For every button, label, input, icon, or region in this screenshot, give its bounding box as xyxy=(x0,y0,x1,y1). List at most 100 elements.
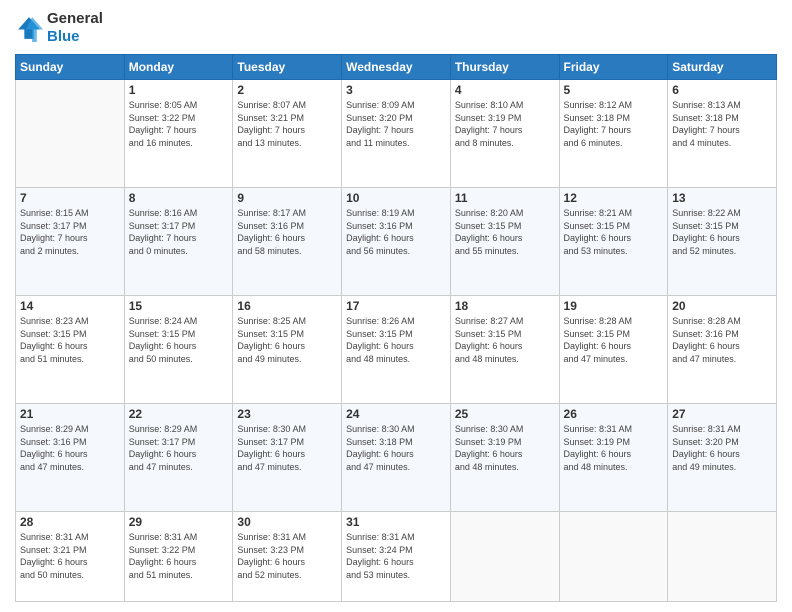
calendar-day-cell xyxy=(668,511,777,601)
day-number: 10 xyxy=(346,191,446,205)
day-number: 29 xyxy=(129,515,229,529)
calendar-day-cell xyxy=(559,511,668,601)
calendar-day-cell: 1 Sunrise: 8:05 AM Sunset: 3:22 PM Daylig… xyxy=(124,80,233,188)
day-info: Sunrise: 8:22 AM Sunset: 3:15 PM Dayligh… xyxy=(672,207,772,257)
calendar-week-row: 21 Sunrise: 8:29 AM Sunset: 3:16 PM Dayli… xyxy=(16,403,777,511)
day-number: 6 xyxy=(672,83,772,97)
day-number: 8 xyxy=(129,191,229,205)
day-number: 7 xyxy=(20,191,120,205)
calendar-day-cell: 24 Sunrise: 8:30 AM Sunset: 3:18 PM Dayli… xyxy=(342,403,451,511)
calendar-day-cell: 17 Sunrise: 8:26 AM Sunset: 3:15 PM Dayli… xyxy=(342,295,451,403)
day-info: Sunrise: 8:16 AM Sunset: 3:17 PM Dayligh… xyxy=(129,207,229,257)
calendar-day-cell: 4 Sunrise: 8:10 AM Sunset: 3:19 PM Daylig… xyxy=(450,80,559,188)
page: General Blue SundayMondayTuesdayWednesda… xyxy=(0,0,792,612)
calendar-day-cell: 21 Sunrise: 8:29 AM Sunset: 3:16 PM Dayli… xyxy=(16,403,125,511)
calendar-week-row: 7 Sunrise: 8:15 AM Sunset: 3:17 PM Daylig… xyxy=(16,187,777,295)
calendar-day-cell: 5Sunrise: 8:12 AM Sunset: 3:18 PM Daylig… xyxy=(559,80,668,188)
calendar-day-cell: 3 Sunrise: 8:09 AM Sunset: 3:20 PM Daylig… xyxy=(342,80,451,188)
calendar-day-cell: 9 Sunrise: 8:17 AM Sunset: 3:16 PM Daylig… xyxy=(233,187,342,295)
day-info: Sunrise: 8:31 AM Sunset: 3:20 PM Dayligh… xyxy=(672,423,772,473)
calendar-day-cell: 8 Sunrise: 8:16 AM Sunset: 3:17 PM Daylig… xyxy=(124,187,233,295)
calendar-day-cell: 16Sunrise: 8:25 AM Sunset: 3:15 PM Dayli… xyxy=(233,295,342,403)
day-info: Sunrise: 8:31 AM Sunset: 3:21 PM Dayligh… xyxy=(20,531,120,581)
day-number: 9 xyxy=(237,191,337,205)
calendar-day-cell: 12 Sunrise: 8:21 AM Sunset: 3:15 PM Dayli… xyxy=(559,187,668,295)
day-number: 3 xyxy=(346,83,446,97)
day-info: Sunrise: 8:23 AM Sunset: 3:15 PM Dayligh… xyxy=(20,315,120,365)
day-info: Sunrise: 8:10 AM Sunset: 3:19 PM Dayligh… xyxy=(455,99,555,149)
day-number: 21 xyxy=(20,407,120,421)
calendar-day-cell: 20 Sunrise: 8:28 AM Sunset: 3:16 PM Dayli… xyxy=(668,295,777,403)
logo-icon xyxy=(15,14,43,42)
calendar-day-cell: 30Sunrise: 8:31 AM Sunset: 3:23 PM Dayli… xyxy=(233,511,342,601)
day-info: Sunrise: 8:29 AM Sunset: 3:16 PM Dayligh… xyxy=(20,423,120,473)
logo-text: General Blue xyxy=(47,10,103,46)
calendar-header-row: SundayMondayTuesdayWednesdayThursdayFrid… xyxy=(16,55,777,80)
calendar-day-cell: 2Sunrise: 8:07 AM Sunset: 3:21 PM Daylig… xyxy=(233,80,342,188)
day-info: Sunrise: 8:31 AM Sunset: 3:22 PM Dayligh… xyxy=(129,531,229,581)
calendar-header-sunday: Sunday xyxy=(16,55,125,80)
day-number: 12 xyxy=(564,191,664,205)
calendar-week-row: 14 Sunrise: 8:23 AM Sunset: 3:15 PM Dayli… xyxy=(16,295,777,403)
day-number: 19 xyxy=(564,299,664,313)
day-number: 20 xyxy=(672,299,772,313)
calendar-week-row: 1 Sunrise: 8:05 AM Sunset: 3:22 PM Daylig… xyxy=(16,80,777,188)
day-info: Sunrise: 8:31 AM Sunset: 3:24 PM Dayligh… xyxy=(346,531,446,581)
day-info: Sunrise: 8:24 AM Sunset: 3:15 PM Dayligh… xyxy=(129,315,229,365)
day-info: Sunrise: 8:28 AM Sunset: 3:16 PM Dayligh… xyxy=(672,315,772,365)
calendar-day-cell: 29 Sunrise: 8:31 AM Sunset: 3:22 PM Dayli… xyxy=(124,511,233,601)
day-info: Sunrise: 8:31 AM Sunset: 3:19 PM Dayligh… xyxy=(564,423,664,473)
day-number: 1 xyxy=(129,83,229,97)
day-number: 22 xyxy=(129,407,229,421)
day-info: Sunrise: 8:15 AM Sunset: 3:17 PM Dayligh… xyxy=(20,207,120,257)
calendar-day-cell: 27 Sunrise: 8:31 AM Sunset: 3:20 PM Dayli… xyxy=(668,403,777,511)
calendar-day-cell: 28 Sunrise: 8:31 AM Sunset: 3:21 PM Dayli… xyxy=(16,511,125,601)
day-number: 27 xyxy=(672,407,772,421)
calendar-day-cell: 23Sunrise: 8:30 AM Sunset: 3:17 PM Dayli… xyxy=(233,403,342,511)
day-info: Sunrise: 8:09 AM Sunset: 3:20 PM Dayligh… xyxy=(346,99,446,149)
calendar-day-cell: 18 Sunrise: 8:27 AM Sunset: 3:15 PM Dayli… xyxy=(450,295,559,403)
calendar-day-cell: 11Sunrise: 8:20 AM Sunset: 3:15 PM Dayli… xyxy=(450,187,559,295)
calendar-day-cell: 26Sunrise: 8:31 AM Sunset: 3:19 PM Dayli… xyxy=(559,403,668,511)
day-number: 14 xyxy=(20,299,120,313)
calendar-table: SundayMondayTuesdayWednesdayThursdayFrid… xyxy=(15,54,777,602)
calendar-day-cell: 13 Sunrise: 8:22 AM Sunset: 3:15 PM Dayli… xyxy=(668,187,777,295)
calendar-day-cell: 25Sunrise: 8:30 AM Sunset: 3:19 PM Dayli… xyxy=(450,403,559,511)
calendar-day-cell: 19 Sunrise: 8:28 AM Sunset: 3:15 PM Dayli… xyxy=(559,295,668,403)
day-info: Sunrise: 8:17 AM Sunset: 3:16 PM Dayligh… xyxy=(237,207,337,257)
calendar-header-wednesday: Wednesday xyxy=(342,55,451,80)
day-info: Sunrise: 8:05 AM Sunset: 3:22 PM Dayligh… xyxy=(129,99,229,149)
day-info: Sunrise: 8:30 AM Sunset: 3:19 PM Dayligh… xyxy=(455,423,555,473)
day-number: 17 xyxy=(346,299,446,313)
header: General Blue xyxy=(15,10,777,46)
calendar-header-friday: Friday xyxy=(559,55,668,80)
day-info: Sunrise: 8:25 AM Sunset: 3:15 PM Dayligh… xyxy=(237,315,337,365)
calendar-day-cell: 10 Sunrise: 8:19 AM Sunset: 3:16 PM Dayli… xyxy=(342,187,451,295)
calendar-day-cell xyxy=(16,80,125,188)
calendar-day-cell xyxy=(450,511,559,601)
calendar-day-cell: 14 Sunrise: 8:23 AM Sunset: 3:15 PM Dayli… xyxy=(16,295,125,403)
day-info: Sunrise: 8:19 AM Sunset: 3:16 PM Dayligh… xyxy=(346,207,446,257)
day-info: Sunrise: 8:28 AM Sunset: 3:15 PM Dayligh… xyxy=(564,315,664,365)
calendar-week-row: 28 Sunrise: 8:31 AM Sunset: 3:21 PM Dayli… xyxy=(16,511,777,601)
day-number: 18 xyxy=(455,299,555,313)
day-number: 28 xyxy=(20,515,120,529)
day-info: Sunrise: 8:30 AM Sunset: 3:18 PM Dayligh… xyxy=(346,423,446,473)
day-number: 30 xyxy=(237,515,337,529)
day-info: Sunrise: 8:27 AM Sunset: 3:15 PM Dayligh… xyxy=(455,315,555,365)
day-number: 11 xyxy=(455,191,555,205)
day-number: 13 xyxy=(672,191,772,205)
day-number: 15 xyxy=(129,299,229,313)
day-number: 31 xyxy=(346,515,446,529)
day-info: Sunrise: 8:21 AM Sunset: 3:15 PM Dayligh… xyxy=(564,207,664,257)
day-info: Sunrise: 8:26 AM Sunset: 3:15 PM Dayligh… xyxy=(346,315,446,365)
calendar-header-thursday: Thursday xyxy=(450,55,559,80)
day-number: 2 xyxy=(237,83,337,97)
day-number: 24 xyxy=(346,407,446,421)
day-number: 4 xyxy=(455,83,555,97)
calendar-header-saturday: Saturday xyxy=(668,55,777,80)
calendar-day-cell: 22 Sunrise: 8:29 AM Sunset: 3:17 PM Dayli… xyxy=(124,403,233,511)
day-info: Sunrise: 8:29 AM Sunset: 3:17 PM Dayligh… xyxy=(129,423,229,473)
logo: General Blue xyxy=(15,10,103,46)
calendar-day-cell: 7 Sunrise: 8:15 AM Sunset: 3:17 PM Daylig… xyxy=(16,187,125,295)
